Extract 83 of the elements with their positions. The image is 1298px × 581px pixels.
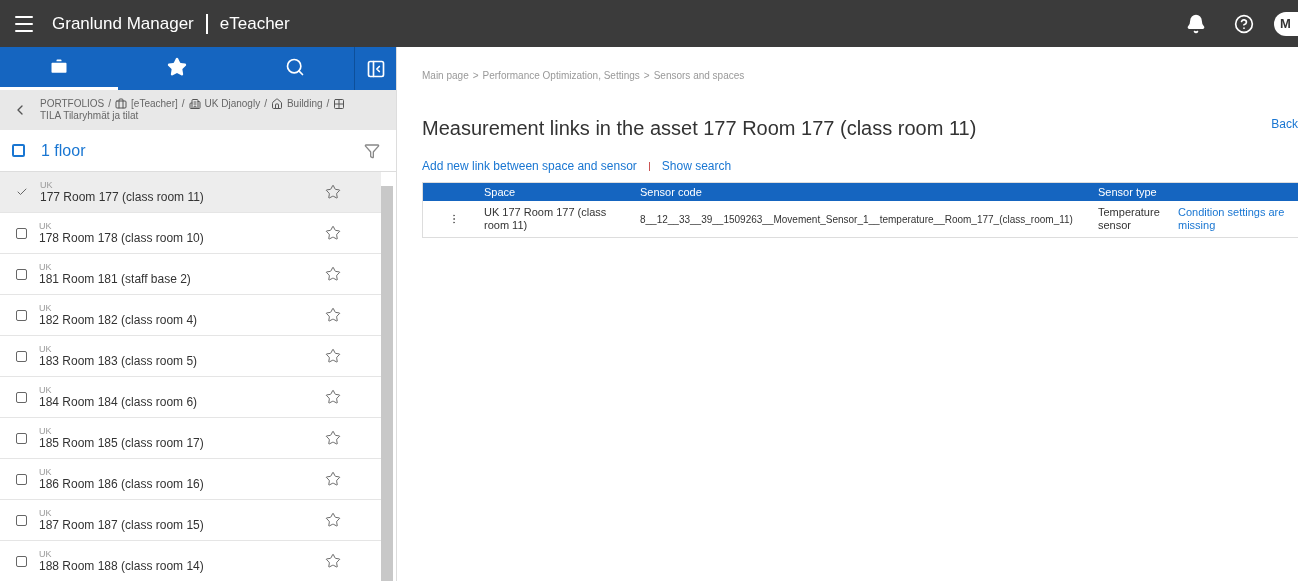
- room-name: 181 Room 181 (staff base 2): [39, 272, 191, 286]
- room-prefix: UK: [39, 303, 53, 313]
- row-checkbox[interactable]: [16, 227, 27, 239]
- action-link[interactable]: Add new link between space and sensor: [422, 157, 637, 175]
- breadcrumb-item[interactable]: PORTFOLIOS: [40, 98, 105, 110]
- filter-icon[interactable]: [364, 142, 380, 159]
- page-title: Measurement links in the asset 177 Room 177 (class room 11): [422, 116, 977, 141]
- building-icon: [188, 98, 201, 110]
- column-header[interactable]: Sensor type: [1098, 183, 1157, 201]
- breadcrumb-item[interactable]: UK Djanogly: [204, 98, 261, 110]
- column-header[interactable]: Sensor code: [640, 183, 1098, 201]
- room-prefix: UK: [39, 426, 53, 436]
- scrollbar[interactable]: [381, 186, 393, 581]
- room-prefix: UK: [40, 180, 54, 190]
- breadcrumb-separator: /: [264, 98, 267, 110]
- grid-icon: [333, 98, 346, 110]
- breadcrumb-link[interactable]: Sensors and spaces: [653, 68, 745, 83]
- breadcrumb-item[interactable]: Building: [286, 98, 323, 110]
- room-name: 184 Room 184 (class room 6): [39, 395, 198, 409]
- room-name: 183 Room 183 (class room 5): [39, 354, 198, 368]
- breadcrumb-separator: /: [181, 98, 185, 110]
- row-checkbox[interactable]: [16, 268, 27, 280]
- room-name: 186 Room 186 (class room 16): [39, 477, 204, 491]
- check-icon: [16, 186, 28, 198]
- module-name: eTeacher: [219, 12, 290, 35]
- room-name: 185 Room 185 (class room 17): [39, 436, 204, 450]
- row-checkbox[interactable]: [16, 473, 27, 485]
- breadcrumb-separator: >: [472, 69, 479, 83]
- favorite-icon[interactable]: [325, 430, 341, 446]
- user-avatar[interactable]: M: [1274, 11, 1298, 36]
- row-checkbox[interactable]: [16, 350, 27, 362]
- room-name: 178 Room 178 (class room 10): [39, 231, 204, 245]
- back-link[interactable]: Back: [1271, 115, 1298, 133]
- room-prefix: UK: [39, 508, 53, 518]
- row-checkbox[interactable]: [16, 514, 27, 526]
- favorite-icon[interactable]: [325, 512, 341, 528]
- room-name: 182 Room 182 (class room 4): [39, 313, 198, 327]
- status-link[interactable]: Condition settings are missing: [1178, 206, 1288, 232]
- row-checkbox[interactable]: [16, 432, 27, 444]
- app-name: Granlund Manager: [52, 12, 194, 35]
- favorite-icon[interactable]: [325, 184, 341, 200]
- room-prefix: UK: [39, 344, 53, 354]
- table-cell-text: UK 177 Room 177 (class room 11): [484, 206, 608, 232]
- breadcrumb-separator: /: [108, 98, 112, 110]
- breadcrumb-item[interactable]: [eTeacher]: [131, 98, 178, 110]
- notification-icon[interactable]: [1186, 13, 1206, 34]
- group-title[interactable]: 1 floor: [41, 138, 86, 163]
- group-checkbox[interactable]: [12, 144, 25, 157]
- star-icon: [167, 57, 187, 77]
- row-checkbox[interactable]: [16, 391, 27, 403]
- table-cell: 8__12__33__39__1509263__Movement_Sensor_1__temperature__Room_177_(class_room_11): [640, 213, 1073, 225]
- breadcrumb-separator: >: [643, 69, 650, 83]
- favorite-icon[interactable]: [325, 266, 341, 282]
- action-link[interactable]: Show search: [661, 157, 732, 175]
- favorite-icon[interactable]: [325, 553, 341, 569]
- table-cell-text: Temperature sensor: [1098, 206, 1161, 232]
- collapse-icon: [365, 58, 386, 79]
- room-prefix: UK: [39, 262, 53, 272]
- column-header[interactable]: Space: [484, 183, 640, 201]
- favorite-icon[interactable]: [325, 389, 341, 405]
- briefcase-icon: [49, 57, 69, 77]
- favorite-icon[interactable]: [325, 307, 341, 323]
- room-name: 177 Room 177 (class room 11): [40, 190, 204, 204]
- room-prefix: UK: [39, 221, 53, 231]
- briefcase-icon: [115, 98, 128, 110]
- help-icon[interactable]: [1234, 13, 1254, 34]
- room-prefix: UK: [39, 385, 53, 395]
- room-name: 187 Room 187 (class room 15): [39, 518, 204, 532]
- breadcrumb-link[interactable]: Performance Optimization, Settings: [482, 68, 640, 83]
- breadcrumb-separator: /: [326, 98, 330, 110]
- row-checkbox[interactable]: [16, 555, 27, 567]
- house-icon: [270, 98, 283, 110]
- breadcrumb-item[interactable]: TILA Tilaryhmät ja tilat: [40, 110, 139, 122]
- room-prefix: UK: [39, 467, 53, 477]
- room-prefix: UK: [39, 549, 53, 559]
- room-list-item[interactable]: UK 177 Room 177 (class room 11): [0, 172, 381, 213]
- search-icon: [285, 57, 305, 77]
- room-name: 188 Room 188 (class room 14): [39, 559, 204, 573]
- breadcrumb-link[interactable]: Main page: [422, 68, 469, 83]
- favorite-icon[interactable]: [325, 348, 341, 364]
- row-checkbox[interactable]: [16, 309, 27, 321]
- favorite-icon[interactable]: [325, 225, 341, 241]
- favorite-icon[interactable]: [325, 471, 341, 487]
